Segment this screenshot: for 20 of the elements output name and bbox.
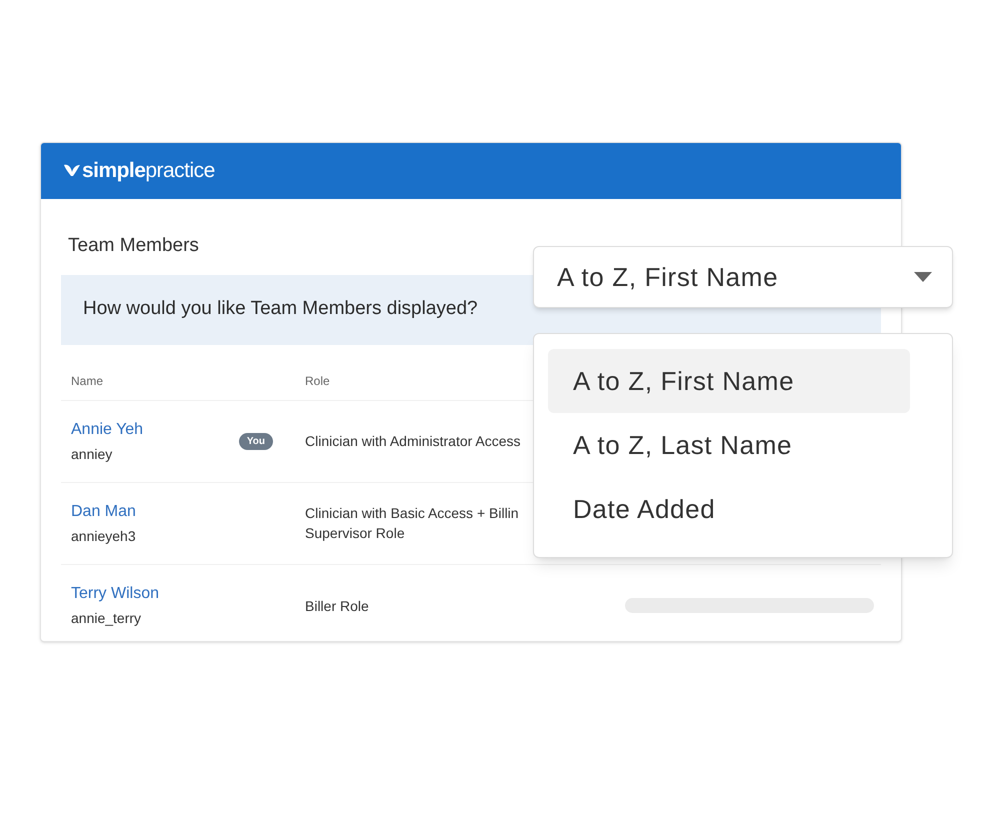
- you-badge: You: [238, 432, 273, 450]
- section-title: Team Members: [68, 234, 200, 258]
- role-text: Biller Role: [305, 596, 369, 616]
- column-header: Role: [305, 374, 330, 388]
- username: annieyeh3: [71, 526, 136, 546]
- role-text: Clinician with Administrator Access: [305, 432, 521, 451]
- butterfly-logo-icon: [63, 163, 81, 179]
- caret-icon: [914, 272, 932, 282]
- sort-select[interactable]: A to Z, First Name: [533, 246, 953, 308]
- role-text: Clinician with Basic Access + Billin: [305, 504, 519, 523]
- banner-text: How would you like Team Members displayed?: [83, 297, 478, 322]
- logo-text: simplepractice: [82, 158, 215, 184]
- role-text: Supervisor Role: [305, 524, 405, 543]
- username: anniey: [71, 444, 114, 464]
- sort-option[interactable]: A to Z, First Name: [548, 349, 910, 413]
- member-name-link[interactable]: Terry Wilson: [71, 582, 160, 606]
- column-header: Name: [71, 374, 104, 388]
- member-name-link[interactable]: Annie Yeh: [71, 418, 144, 442]
- member-name-link[interactable]: Dan Man: [71, 500, 136, 524]
- username: annie_terry: [71, 609, 142, 628]
